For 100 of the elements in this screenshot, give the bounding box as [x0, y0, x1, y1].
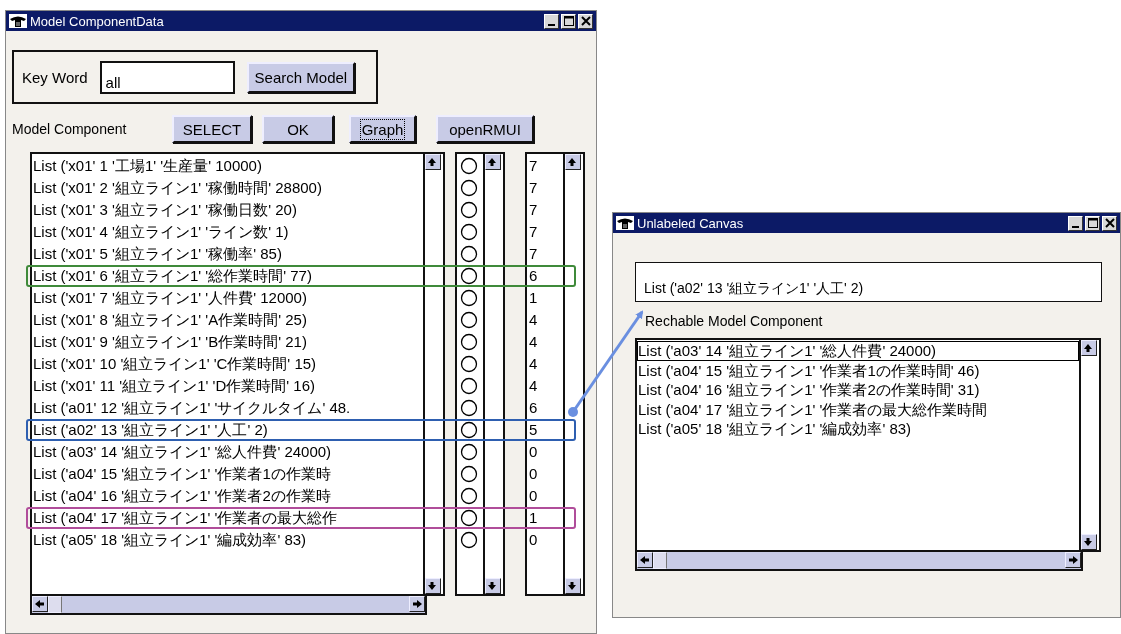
list-box[interactable]: List ('a03' 14 '組立ライン1' '総人件費' 24000) List ('a04' 15 '組立ライン1' '作業者1の作業時間' 46) List ('a04' 16 '組立ライン1' '作業者2の作業時間' 31) List ('a04' 17 '組立ライン1' '作業者の最大総作業時間 List ('a05' 18 '組立ライン1' '編成効率' 83) — [635, 338, 1101, 552]
scroll-down-button[interactable] — [565, 578, 581, 594]
list-item[interactable]: List ('a04' 15 '組立ライン1' '作業者1の作業時 — [32, 463, 423, 485]
vertical-scrollbar[interactable] — [423, 154, 443, 594]
toolbar-button[interactable]: SELECT — [172, 115, 252, 143]
list-item[interactable]: List ('x01' 3 '組立ライン1' '稼働日数' 20) — [32, 199, 423, 221]
list-box[interactable]: 7 7 7 7 7 6 1 4 4 4 4 6 5 0 0 0 1 0 — [525, 152, 585, 596]
list-item[interactable]: 4 — [527, 309, 563, 331]
arrow-right-icon — [1066, 553, 1080, 567]
list-item[interactable]: 7 — [527, 155, 563, 177]
list-item[interactable]: List ('x01' 6 '組立ライン1' '総作業時間' 77) — [32, 265, 423, 287]
list-item[interactable]: List ('x01' 8 '組立ライン1' 'A作業時間' 25) — [32, 309, 423, 331]
list-item[interactable]: List ('a04' 17 '組立ライン1' '作業者の最大総作業時間 — [637, 399, 1079, 419]
maximize-icon — [562, 15, 575, 27]
maximize-button[interactable] — [561, 13, 576, 29]
close-button[interactable] — [1102, 215, 1117, 231]
arrow-left-icon — [638, 553, 652, 567]
toolbar-button[interactable]: openRMUI — [436, 115, 534, 143]
list-box[interactable] — [455, 152, 505, 596]
list-item[interactable]: 7 — [527, 199, 563, 221]
minimize-button[interactable] — [544, 13, 559, 29]
list-item[interactable]: 4 — [527, 331, 563, 353]
scroll-left-button[interactable] — [32, 596, 48, 612]
list-item[interactable]: List ('a04' 15 '組立ライン1' '作業者1の作業時間' 46) — [637, 360, 1079, 380]
search-button[interactable]: Search Model — [246, 61, 356, 93]
list-item[interactable]: List ('x01' 10 '組立ライン1' 'C作業時間' 15) — [32, 353, 423, 375]
circle-icon — [460, 377, 478, 395]
toolbar-button[interactable]: OK — [262, 115, 334, 143]
list-item[interactable]: 4 — [527, 375, 563, 397]
list-item[interactable]: 0 — [527, 485, 563, 507]
list-item[interactable]: List ('a03' 14 '組立ライン1' '総人件費' 24000) — [32, 441, 423, 463]
list-item[interactable]: List ('a04' 17 '組立ライン1' '作業者の最大総作 — [32, 507, 423, 529]
list-item[interactable]: 0 — [527, 529, 563, 551]
list-item[interactable]: 5 — [527, 419, 563, 441]
list-item[interactable]: 0 — [527, 441, 563, 463]
list-item[interactable]: List ('x01' 1 '工場1' '生産量' 10000) — [32, 155, 423, 177]
toolbar-button[interactable]: Graph — [349, 115, 416, 143]
scroll-thumb[interactable] — [48, 596, 62, 613]
circle-icon — [460, 179, 478, 197]
scroll-down-button[interactable] — [425, 578, 441, 594]
scroll-down-button[interactable] — [1081, 534, 1097, 550]
list-item[interactable]: List ('a04' 16 '組立ライン1' '作業者2の作業時間' 31) — [637, 380, 1079, 400]
list-item[interactable]: List ('x01' 9 '組立ライン1' 'B作業時間' 21) — [32, 331, 423, 353]
list-item[interactable]: 0 — [527, 463, 563, 485]
section-label: Rechable Model Component — [645, 313, 824, 329]
list-item[interactable]: List ('a05' 18 '組立ライン1' '編成効率' 83) — [637, 419, 1079, 439]
list-item[interactable]: 7 — [527, 243, 563, 265]
scroll-up-button[interactable] — [485, 154, 501, 170]
vertical-scrollbar[interactable] — [1079, 340, 1099, 550]
minimize-icon — [1072, 225, 1079, 228]
horizontal-scrollbar[interactable] — [635, 552, 1083, 571]
maximize-button[interactable] — [1085, 215, 1100, 231]
list-item[interactable]: List ('a01' 12 '組立ライン1' 'サイクルタイム' 48. — [32, 397, 423, 419]
list-item[interactable]: List ('a04' 16 '組立ライン1' '作業者2の作業時 — [32, 485, 423, 507]
list-item[interactable]: 1 — [527, 507, 563, 529]
telephone-icon — [9, 14, 27, 28]
scroll-thumb[interactable] — [653, 552, 667, 569]
list-item[interactable]: List ('x01' 11 '組立ライン1' 'D作業時間' 16) — [32, 375, 423, 397]
scroll-up-button[interactable] — [1081, 340, 1097, 356]
vertical-scrollbar[interactable] — [483, 154, 503, 594]
list-item[interactable]: List ('a05' 18 '組立ライン1' '編成効率' 83) — [32, 529, 423, 551]
circle-icon — [460, 443, 478, 461]
circle-icon — [460, 289, 478, 307]
circle-icon — [460, 421, 478, 439]
text-field[interactable]: List ('a02' 13 '組立ライン1' '人工' 2) — [635, 262, 1102, 302]
scroll-up-button[interactable] — [425, 154, 441, 170]
scroll-up-button[interactable] — [565, 154, 581, 170]
list-item[interactable]: 7 — [527, 177, 563, 199]
maximize-icon — [1086, 217, 1099, 229]
list-item[interactable]: 6 — [527, 397, 563, 419]
list-box[interactable] — [30, 152, 445, 596]
scroll-down-button[interactable] — [485, 578, 501, 594]
circle-icon — [460, 465, 478, 483]
circle-icon — [460, 245, 478, 263]
window-title: Unlabeled Canvas — [637, 215, 745, 231]
scroll-right-button[interactable] — [409, 596, 425, 612]
horizontal-scrollbar[interactable] — [30, 596, 427, 615]
list-item[interactable]: List ('x01' 4 '組立ライン1' 'ライン数' 1) — [32, 221, 423, 243]
section-label: Model Component — [12, 121, 128, 137]
list-item[interactable]: 6 — [527, 265, 563, 287]
list-item[interactable]: List ('x01' 5 '組立ライン1' '稼働率' 85) — [32, 243, 423, 265]
scroll-right-button[interactable] — [1065, 552, 1081, 568]
scroll-left-button[interactable] — [637, 552, 653, 568]
minimize-button[interactable] — [1068, 215, 1083, 231]
list-item[interactable]: List ('x01' 7 '組立ライン1' '人件費' 12000) — [32, 287, 423, 309]
circle-icon — [460, 201, 478, 219]
circle-icon — [460, 311, 478, 329]
list-item[interactable]: List ('a03' 14 '組立ライン1' '総人件費' 24000) — [637, 341, 1079, 361]
list-item[interactable]: List ('a02' 13 '組立ライン1' '人工' 2) — [32, 419, 423, 441]
list-item[interactable]: 7 — [527, 221, 563, 243]
window-title: Model ComponentData — [30, 13, 165, 29]
keyword-field[interactable]: all — [99, 60, 235, 94]
list-item[interactable]: 1 — [527, 287, 563, 309]
list-item[interactable]: 4 — [527, 353, 563, 375]
close-icon — [579, 15, 592, 27]
circle-icon — [460, 223, 478, 241]
circle-icon — [460, 157, 478, 175]
vertical-scrollbar[interactable] — [563, 154, 583, 594]
close-button[interactable] — [578, 13, 593, 29]
list-item[interactable]: List ('x01' 2 '組立ライン1' '稼働時間' 28800) — [32, 177, 423, 199]
